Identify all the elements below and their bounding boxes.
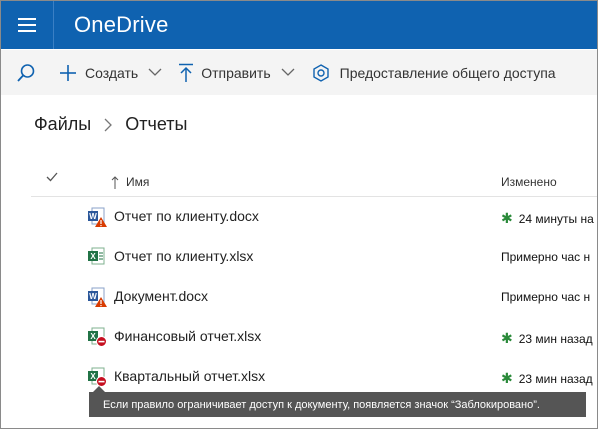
file-name[interactable]: Отчет по клиенту.xlsx	[114, 248, 253, 264]
onedrive-window: OneDrive Создать Отправить Предоставлени…	[0, 0, 598, 429]
sort-up-arrow-icon	[111, 175, 119, 189]
modified-cell: Примерно час н	[501, 290, 590, 304]
word-warning-icon: W	[87, 287, 107, 307]
select-all-checkmark-icon[interactable]	[46, 171, 58, 185]
modified-text: Примерно час н	[501, 250, 591, 264]
command-bar: Создать Отправить Предоставление общего …	[1, 50, 597, 95]
excel-blocked-icon: X	[87, 327, 107, 347]
app-launcher-button[interactable]	[1, 1, 53, 49]
svg-text:X: X	[90, 372, 96, 381]
share-icon	[311, 63, 331, 83]
column-header-modified[interactable]: Изменено	[501, 175, 557, 189]
file-name[interactable]: Документ.docx	[114, 288, 208, 304]
chevron-down-icon	[148, 68, 162, 77]
tooltip-text: Если правило ограничивает доступ к докум…	[103, 398, 540, 411]
svg-text:W: W	[89, 292, 97, 301]
modified-text: 23 мин назад	[518, 371, 593, 386]
upload-label: Отправить	[201, 64, 271, 81]
list-header: Имя Изменено	[31, 165, 597, 197]
breadcrumb-current: Отчеты	[125, 114, 188, 134]
file-row[interactable]: X Отчет по клиенту.xlsx Примерно час н	[31, 237, 597, 277]
svg-text:X: X	[90, 252, 96, 261]
app-title[interactable]: OneDrive	[54, 12, 169, 38]
new-file-star-icon: ✱	[501, 370, 513, 386]
file-row[interactable]: W Отчет по клиенту.docx ✱ 24 минуты на	[31, 197, 597, 237]
excel-icon: X	[87, 247, 107, 267]
suite-header: OneDrive	[1, 1, 597, 49]
upload-button[interactable]: Отправить	[178, 50, 310, 95]
file-row[interactable]: W Документ.docx Примерно час н	[31, 277, 597, 317]
modified-cell: ✱ 23 мин назад	[501, 330, 593, 347]
new-file-star-icon: ✱	[501, 330, 513, 346]
svg-text:W: W	[89, 212, 97, 221]
modified-cell: ✱ 24 минуты на	[501, 210, 594, 227]
chevron-down-icon	[281, 68, 295, 77]
chevron-right-icon	[104, 118, 113, 132]
column-header-name[interactable]: Имя	[111, 175, 149, 189]
share-label: Предоставление общего доступа	[339, 64, 556, 81]
hamburger-icon	[18, 18, 36, 32]
search-icon	[16, 63, 36, 83]
word-warning-icon: W	[87, 207, 107, 227]
modified-text: 24 минуты на	[518, 211, 594, 226]
tooltip-arrow	[93, 386, 105, 392]
file-name[interactable]: Финансовый отчет.xlsx	[114, 328, 261, 344]
modified-cell: Примерно час н	[501, 250, 590, 264]
create-button[interactable]: Создать	[51, 50, 178, 95]
breadcrumb: Файлы Отчеты	[34, 114, 187, 135]
column-name-label: Имя	[126, 175, 150, 189]
file-name[interactable]: Квартальный отчет.xlsx	[114, 368, 265, 384]
modified-text: Примерно час н	[501, 290, 591, 304]
svg-text:X: X	[90, 332, 96, 341]
excel-blocked-icon: X	[87, 367, 107, 387]
file-name[interactable]: Отчет по клиенту.docx	[114, 208, 259, 224]
modified-text: 23 мин назад	[518, 331, 593, 346]
search-button[interactable]	[1, 50, 51, 95]
create-label: Создать	[85, 64, 139, 81]
blocked-icon-tooltip: Если правило ограничивает доступ к докум…	[89, 386, 586, 417]
file-row[interactable]: X Финансовый отчет.xlsx ✱ 23 мин назад	[31, 317, 597, 357]
share-button[interactable]: Предоставление общего доступа	[311, 50, 556, 95]
breadcrumb-root[interactable]: Файлы	[34, 114, 91, 135]
plus-icon	[59, 64, 77, 82]
modified-cell: ✱ 23 мин назад	[501, 370, 593, 387]
file-row[interactable]: X Квартальный отчет.xlsx ✱ 23 мин назад	[31, 357, 597, 397]
upload-icon	[178, 63, 194, 83]
new-file-star-icon: ✱	[501, 210, 513, 226]
